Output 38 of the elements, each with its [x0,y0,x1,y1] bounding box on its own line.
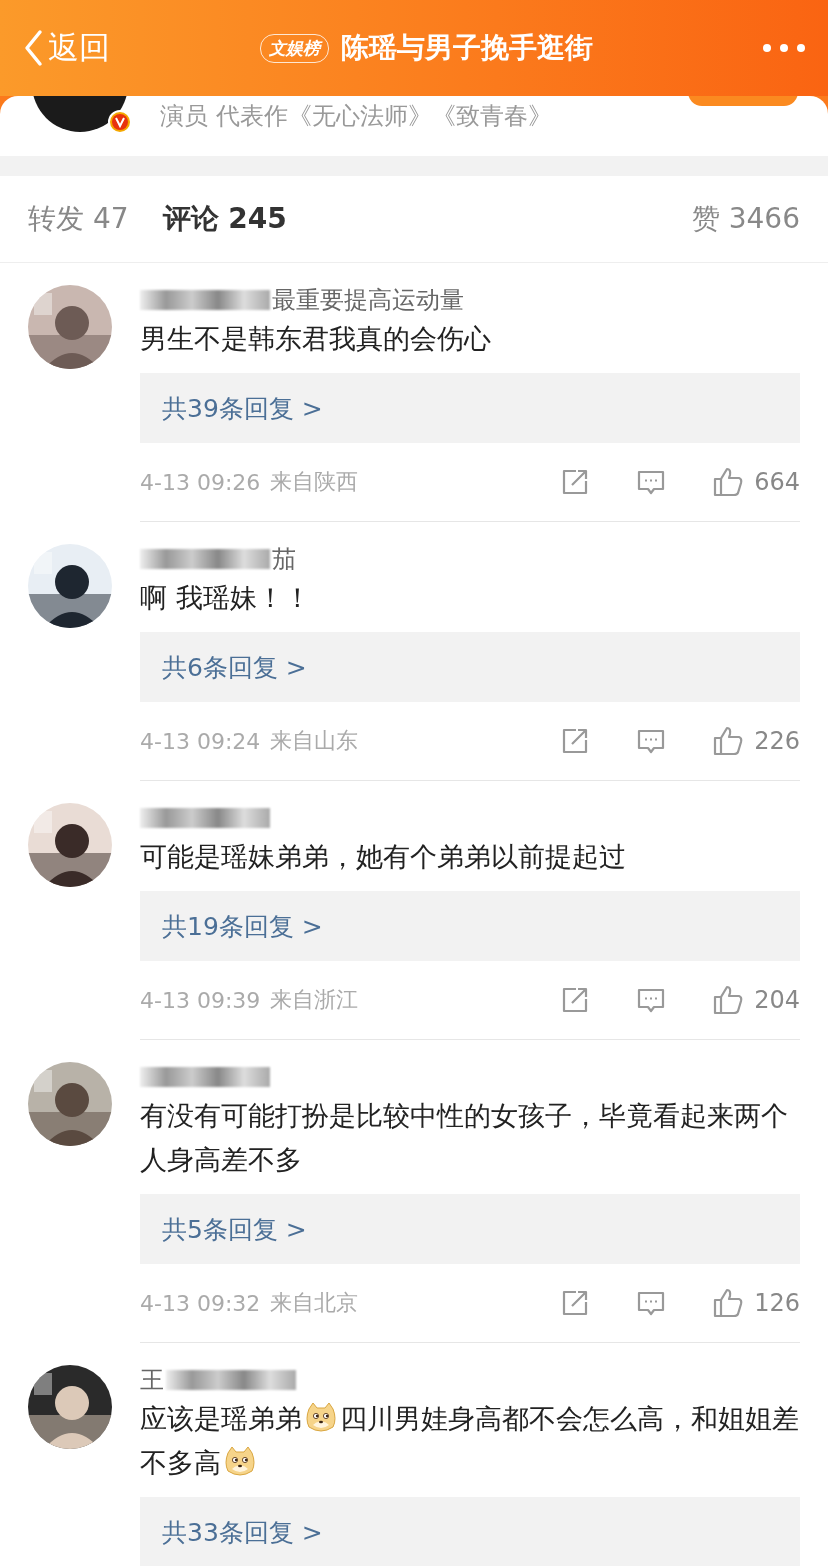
comment-time: 4-13 09:26 [140,469,261,495]
back-icon [22,29,44,67]
comment-time: 4-13 09:32 [140,1290,261,1316]
replies-link[interactable]: 共6条回复 > [140,632,800,702]
username[interactable]: 最重要提高运动量 [272,284,464,316]
comment-location: 来自浙江 [270,986,359,1014]
replies-link[interactable]: 共39条回复 > [140,373,800,443]
comment-location: 来自北京 [270,1289,359,1317]
dog-face-icon [224,1445,256,1477]
comment-location: 来自陕西 [270,468,359,496]
comment-time: 4-13 09:39 [140,987,261,1013]
like-button[interactable]: 226 [712,725,800,757]
thumbs-up-icon [712,466,745,498]
comment-text: 有没有可能打扮是比较中性的女孩子，毕竟看起来两个人身高差不多 [140,1099,789,1177]
comment-text: 男生不是韩东君我真的会伤心 [140,322,492,356]
tab[interactable]: 转发 47 [28,200,129,238]
replies-link[interactable]: 共19条回复 > [140,891,800,961]
dog-face-icon [305,1401,337,1433]
page-title: 陈瑶与男子挽手逛街 [340,30,593,66]
hot-list-badge: 文娱榜 [259,33,329,63]
comment-text: 应该是瑶弟弟 四川男娃身高都不会怎么高，和姐姐差不多高 [140,1400,800,1480]
replies-link[interactable]: 共33条回复 > [140,1497,800,1566]
tab[interactable]: 赞 3466 [691,200,800,238]
thumbs-up-icon [712,984,745,1016]
tab[interactable]: 评论 245 [162,200,287,238]
username[interactable]: 王 [140,1364,164,1396]
like-button[interactable]: 126 [712,1287,800,1319]
comment-location: 来自山东 [270,727,359,755]
username[interactable]: 茄 [272,543,296,575]
comment-time: 4-13 09:24 [140,728,261,754]
comment-text: 啊 我瑶妹！！ [140,581,312,615]
like-button[interactable]: 204 [712,984,800,1016]
thumbs-up-icon [712,1287,745,1319]
thumbs-up-icon [712,725,745,757]
profile-description: 演员 代表作《无心法师》《致青春》 [160,101,552,132]
like-button[interactable]: 664 [712,466,800,498]
replies-link[interactable]: 共5条回复 > [140,1194,800,1264]
comment-text: 可能是瑶妹弟弟，她有个弟弟以前提起过 [140,840,627,874]
